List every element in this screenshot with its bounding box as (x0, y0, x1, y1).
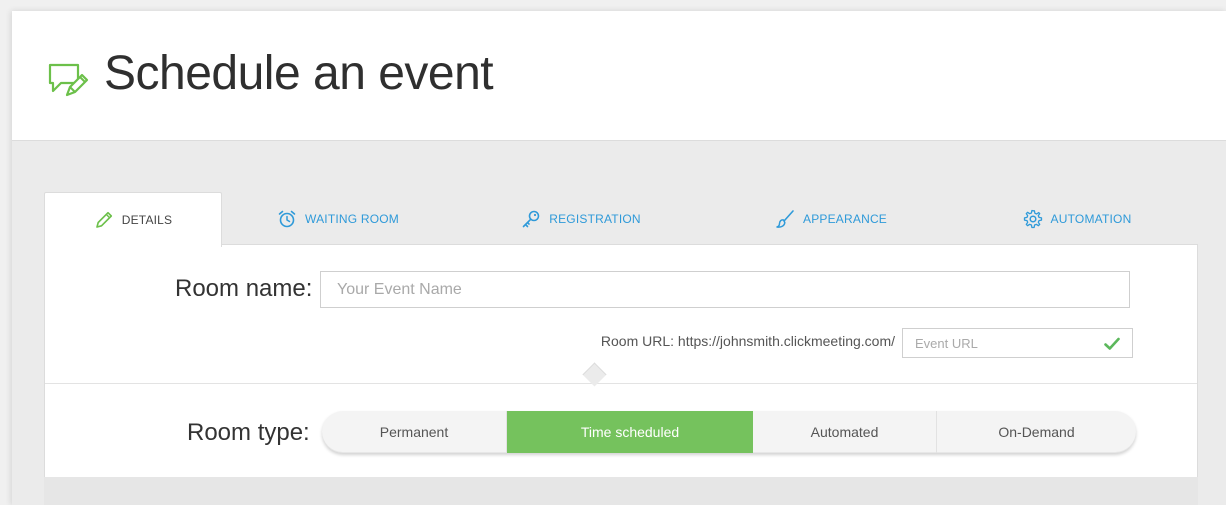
page-title: Schedule an event (104, 47, 494, 100)
tab-waiting-room[interactable]: WAITING ROOM (220, 192, 456, 245)
event-url-field[interactable] (902, 328, 1133, 358)
tab-automation-label: AUTOMATION (1050, 211, 1132, 226)
room-type-options-area (44, 477, 1198, 505)
section-divider (45, 383, 1197, 384)
tab-registration[interactable]: REGISTRATION (456, 192, 706, 245)
key-icon (522, 210, 540, 227)
alarm-clock-icon (278, 210, 296, 227)
page-header: Schedule an event (12, 11, 1226, 141)
paintbrush-icon (776, 209, 794, 228)
room-type-on-demand[interactable]: On-Demand (937, 411, 1136, 453)
tab-appearance[interactable]: APPEARANCE (706, 192, 956, 245)
room-name-input[interactable] (320, 271, 1130, 308)
app-window: Schedule an event DETAILS WAITING ROOM R… (12, 11, 1226, 505)
room-type-time-scheduled[interactable]: Time scheduled (507, 411, 753, 453)
chat-edit-icon (48, 63, 89, 97)
room-url-label: Room URL: https://johnsmith.clickmeeting… (600, 333, 895, 349)
tab-bar: DETAILS WAITING ROOM REGISTRATION APPEAR… (44, 192, 1198, 247)
content-area: DETAILS WAITING ROOM REGISTRATION APPEAR… (12, 141, 1226, 505)
pencil-icon (95, 211, 112, 228)
event-url-input[interactable] (903, 329, 1117, 357)
room-type-selector: Permanent Time scheduled Automated On-De… (322, 411, 1136, 453)
room-name-label: Room name: (175, 275, 313, 302)
room-type-label: Room type: (187, 419, 310, 446)
check-icon (1104, 337, 1120, 350)
tab-waiting-room-label: WAITING ROOM (305, 211, 399, 226)
tab-automation[interactable]: AUTOMATION (956, 192, 1198, 245)
room-type-permanent[interactable]: Permanent (322, 411, 507, 453)
tab-details-label: DETAILS (121, 213, 173, 227)
tab-details[interactable]: DETAILS (44, 192, 222, 247)
details-panel: Room name: Room URL: https://johnsmith.c… (44, 244, 1198, 478)
room-type-automated[interactable]: Automated (753, 411, 937, 453)
tab-appearance-label: APPEARANCE (802, 211, 888, 226)
tab-registration-label: REGISTRATION (549, 211, 641, 226)
gear-icon (1023, 209, 1042, 228)
